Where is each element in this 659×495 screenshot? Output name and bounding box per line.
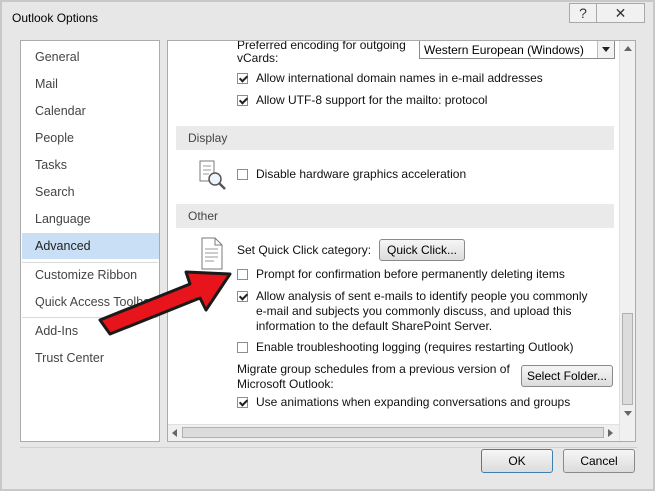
horizontal-scrollbar[interactable] [168,424,619,441]
red-arrow-icon [98,270,232,336]
utf8-mailto-label: Allow UTF-8 support for the mailto: prot… [256,93,488,107]
chevron-down-icon[interactable] [597,41,614,58]
scroll-left-icon[interactable] [172,429,177,437]
other-section-header: Other [176,204,614,228]
migrate-label-line1: Migrate group schedules from a previous … [237,362,510,376]
close-icon: ✕ [614,5,627,21]
nav-item-general[interactable]: General [22,44,159,70]
help-button[interactable]: ? [569,3,597,23]
help-icon: ? [579,5,587,21]
title-bar: Outlook Options ? ✕ [2,2,653,34]
disable-hw-accel-checkbox[interactable] [237,169,248,180]
other-header-text: Other [188,209,219,223]
footer-divider [20,447,637,448]
nav-item-calendar[interactable]: Calendar [22,98,159,124]
nav-item-advanced[interactable]: Advanced [22,233,159,259]
horizontal-scroll-thumb[interactable] [182,427,604,438]
utf8-mailto-checkbox[interactable] [237,95,248,106]
migrate-label-line2: Microsoft Outlook: [237,377,334,391]
ok-button[interactable]: OK [481,449,553,473]
advanced-options-panel: Preferred encoding for outgoing vCards: … [167,40,636,442]
display-magnifier-icon [199,160,226,190]
quick-click-label: Set Quick Click category: [237,243,372,257]
sent-analysis-label-line2: e-mail and subjects you commonly discuss… [256,304,572,318]
disable-hw-accel-label: Disable hardware graphics acceleration [256,167,467,181]
scroll-right-icon[interactable] [608,429,613,437]
display-section-header: Display [176,126,614,150]
sent-analysis-label-line1: Allow analysis of sent e-mails to identi… [256,289,588,303]
vertical-scroll-thumb[interactable] [622,313,633,405]
intl-domains-checkbox[interactable] [237,73,248,84]
troubleshoot-logging-label: Enable troubleshooting logging (requires… [256,340,574,354]
vcard-encoding-select[interactable]: Western European (Windows) [419,41,615,59]
prompt-delete-label: Prompt for confirmation before permanent… [256,267,565,281]
display-header-text: Display [188,131,228,145]
nav-item-search[interactable]: Search [22,179,159,205]
animations-label: Use animations when expanding conversati… [256,395,571,409]
scroll-down-icon[interactable] [624,411,632,416]
nav-item-mail[interactable]: Mail [22,71,159,97]
options-nav-list: General Mail Calendar People Tasks Searc… [20,40,160,442]
window-title: Outlook Options [12,11,99,25]
sent-analysis-label-line3: information to the default SharePoint Se… [256,319,493,333]
outlook-options-window: Outlook Options ? ✕ General Mail Calenda… [0,0,655,491]
scroll-up-icon[interactable] [624,46,632,51]
select-folder-button[interactable]: Select Folder... [521,365,613,387]
quick-click-button[interactable]: Quick Click... [379,239,465,261]
nav-item-trust-center[interactable]: Trust Center [22,345,159,371]
close-button[interactable]: ✕ [597,3,645,23]
intl-domains-label: Allow international domain names in e-ma… [256,71,543,85]
nav-item-tasks[interactable]: Tasks [22,152,159,178]
nav-item-language[interactable]: Language [22,206,159,232]
animations-checkbox[interactable] [237,397,248,408]
vcard-encoding-value: Western European (Windows) [424,43,584,57]
vertical-scrollbar[interactable] [619,41,635,441]
troubleshoot-logging-checkbox[interactable] [237,342,248,353]
nav-item-people[interactable]: People [22,125,159,151]
encoding-label-line2: vCards: [237,51,279,65]
cancel-button[interactable]: Cancel [563,449,635,473]
